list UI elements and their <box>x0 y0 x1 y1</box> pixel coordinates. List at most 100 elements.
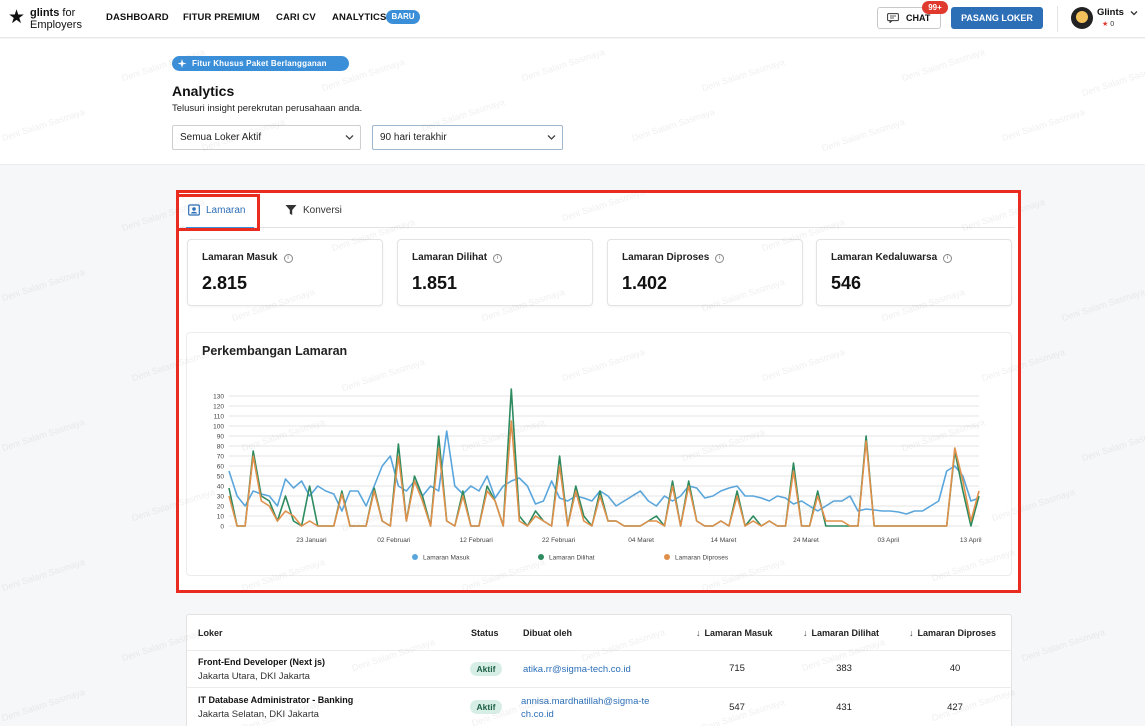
viewed-count: 431 <box>836 702 852 713</box>
watermark-text: Deni Salam Sasmaya <box>0 556 86 594</box>
y-tick-label: 10 <box>217 514 225 521</box>
funnel-icon <box>285 205 297 215</box>
col-header-job: Loker <box>198 628 223 638</box>
page-subtitle: Telusuri insight perekrutan perusahaan a… <box>172 103 363 114</box>
x-tick-label: 02 Februari <box>377 537 410 544</box>
watermark-text: Deni Salam Sasmaya <box>1060 286 1145 324</box>
x-tick-label: 24 Maret <box>793 537 819 544</box>
x-tick-label: 23 Januari <box>296 537 326 544</box>
user-points: ★ 0 <box>1102 21 1115 28</box>
job-location: Jakarta Selatan, DKI Jakarta <box>198 709 319 720</box>
y-tick-label: 40 <box>217 484 225 491</box>
top-navigation: ★ glints for Employers DASHBOARD FITUR PR… <box>0 0 1145 38</box>
nav-analytics[interactable]: ANALYTICS <box>332 12 386 23</box>
y-tick-label: 20 <box>217 504 225 511</box>
y-tick-label: 50 <box>217 474 225 481</box>
page-title: Analytics <box>172 83 235 99</box>
col-header-viewed[interactable]: ↓ Lamaran Dilihat <box>803 628 879 638</box>
info-icon[interactable]: i <box>493 254 503 263</box>
chevron-down-icon[interactable] <box>1130 9 1138 17</box>
info-icon[interactable]: i <box>715 254 725 263</box>
x-tick-label: 04 Maret <box>628 537 654 544</box>
chat-bubble-icon <box>887 13 899 23</box>
sort-arrow-icon: ↓ <box>803 628 808 638</box>
y-tick-label: 100 <box>213 424 224 431</box>
info-icon[interactable]: i <box>283 254 293 263</box>
row-divider <box>187 650 1011 651</box>
analytics-tabs: Lamaran Konversi <box>180 196 1015 229</box>
stat-card-lamaran-diproses: Lamaran Diproses i 1.402 <box>607 239 803 306</box>
y-tick-label: 110 <box>214 414 225 421</box>
sort-arrow-icon: ↓ <box>909 628 914 638</box>
stat-card-lamaran-masuk: Lamaran Masuk i 2.815 <box>187 239 383 306</box>
avatar[interactable] <box>1071 7 1093 29</box>
glints-logo[interactable]: ★ glints for Employers <box>8 5 88 33</box>
y-tick-label: 130 <box>213 394 224 401</box>
legend-label: Lamaran Dilihat <box>549 555 595 562</box>
stat-value: 2.815 <box>202 273 248 293</box>
status-badge: Aktif <box>470 700 502 714</box>
chat-label: CHAT <box>906 13 931 23</box>
watermark-text: Deni Salam Sasmaya <box>0 686 86 724</box>
processed-count: 40 <box>949 663 961 674</box>
tab-lamaran[interactable]: Lamaran <box>186 204 254 229</box>
y-tick-label: 80 <box>217 444 225 451</box>
y-tick-label: 0 <box>220 524 224 531</box>
legend-marker <box>538 554 544 560</box>
period-filter-select[interactable]: 90 hari terakhir <box>372 125 563 150</box>
star-icon: ★ <box>1102 21 1109 28</box>
info-icon[interactable]: i <box>943 254 953 263</box>
line-chart: 0 10 20 30 40 50 60 70 80 90 100 110 120 130 23 Januar… <box>213 388 982 562</box>
job-title[interactable]: Front-End Developer (Next js) <box>198 657 325 667</box>
jobs-table: Loker Status Dibuat oleh ↓ Lamaran Masuk … <box>186 614 1012 726</box>
sparkle-icon <box>178 59 187 68</box>
status-badge: Aktif <box>470 662 502 676</box>
user-name[interactable]: Glints <box>1097 7 1124 18</box>
nav-cari-cv[interactable]: CARI CV <box>276 12 316 23</box>
nav-divider <box>1057 6 1058 32</box>
x-tick-label: 13 April <box>960 537 982 544</box>
chevron-down-icon <box>345 135 354 140</box>
job-location: Jakarta Utara, DKI Jakarta <box>198 671 310 682</box>
stat-value: 1.851 <box>412 273 458 293</box>
stat-value: 1.402 <box>622 273 668 293</box>
creator-email-link[interactable]: annisa.mardhatillah@sigma-tech.co.id <box>521 695 651 721</box>
legend-label: Lamaran Diproses <box>675 555 729 562</box>
col-header-status: Status <box>471 628 499 638</box>
processed-count: 427 <box>947 702 963 713</box>
nav-fitur-premium[interactable]: FITUR PREMIUM <box>183 12 260 23</box>
y-tick-label: 120 <box>213 404 224 411</box>
watermark-text: Deni Salam Sasmaya <box>0 416 86 454</box>
job-title[interactable]: IT Database Administrator - Banking <box>198 695 353 705</box>
received-count: 715 <box>729 663 745 674</box>
x-tick-label: 12 Februari <box>460 537 493 544</box>
sort-arrow-icon: ↓ <box>696 628 701 638</box>
applicant-card-icon <box>188 204 200 216</box>
job-filter-select[interactable]: Semua Loker Aktif <box>172 125 361 150</box>
row-divider <box>187 687 1011 688</box>
subscription-feature-pill: Fitur Khusus Paket Berlangganan <box>172 56 349 71</box>
chat-count-badge: 99+ <box>922 1 948 14</box>
chart-card: Perkembangan Lamaran 0 10 20 30 40 50 60 70 80 90… <box>186 332 1012 576</box>
watermark-text: Deni Salam Sasmaya <box>1020 626 1106 664</box>
y-tick-label: 30 <box>217 494 225 501</box>
stat-card-lamaran-kedaluwarsa: Lamaran Kedaluwarsa i 546 <box>816 239 1012 306</box>
stat-card-lamaran-dilihat: Lamaran Dilihat i 1.851 <box>397 239 593 306</box>
chevron-down-icon <box>547 135 556 140</box>
col-header-created-by: Dibuat oleh <box>523 628 572 638</box>
nav-dashboard[interactable]: DASHBOARD <box>106 12 169 23</box>
legend-label: Lamaran Masuk <box>423 555 470 562</box>
tab-konversi[interactable]: Konversi <box>283 204 363 226</box>
post-job-button[interactable]: PASANG LOKER <box>951 7 1043 29</box>
watermark-text: Deni Salam Sasmaya <box>1080 426 1145 464</box>
legend-marker <box>664 554 670 560</box>
creator-email-link[interactable]: atika.rr@sigma-tech.co.id <box>523 663 631 676</box>
col-header-received[interactable]: ↓ Lamaran Masuk <box>696 628 773 638</box>
active-tab-indicator <box>186 227 254 229</box>
watermark-text: Deni Salam Sasmaya <box>0 266 86 304</box>
star-icon: ★ <box>8 7 26 28</box>
x-tick-label: 03 April <box>877 537 899 544</box>
col-header-processed[interactable]: ↓ Lamaran Diproses <box>909 628 996 638</box>
y-tick-label: 90 <box>217 434 225 441</box>
received-count: 547 <box>729 702 745 713</box>
